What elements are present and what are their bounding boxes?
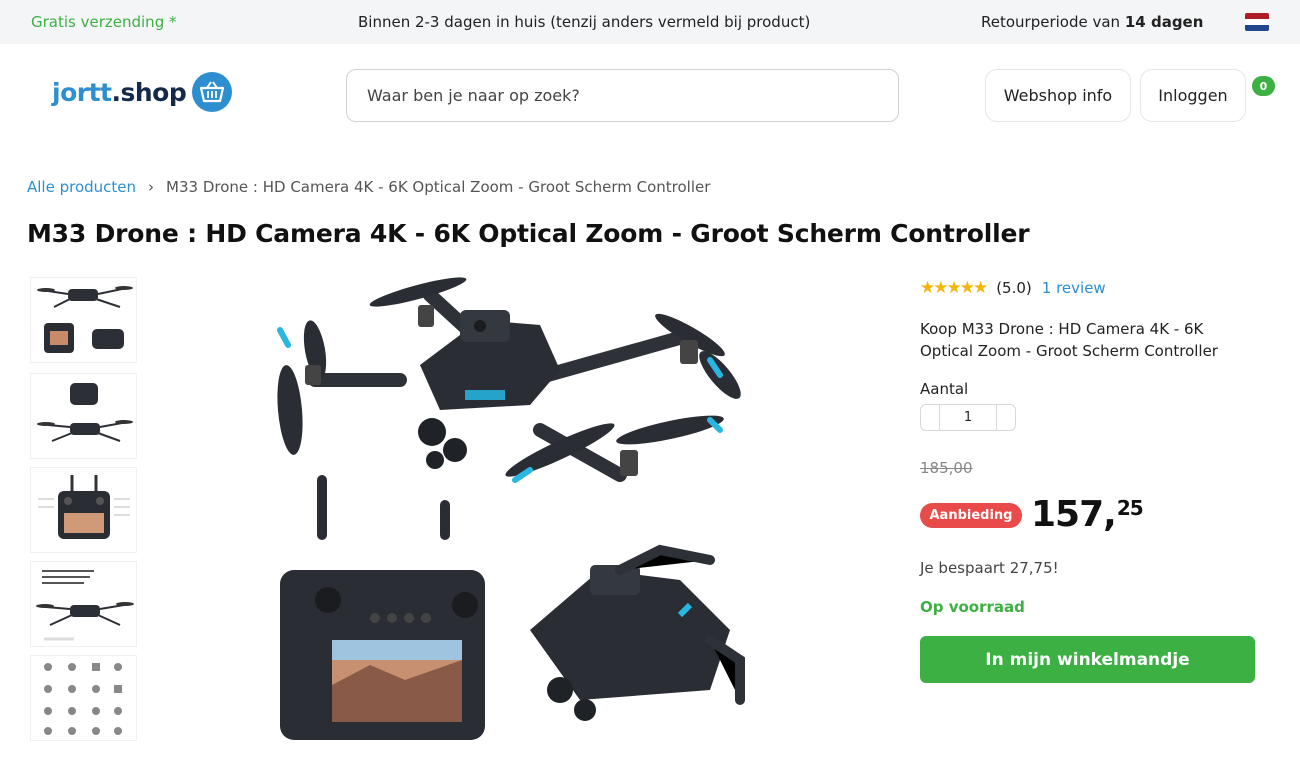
stock-status: Op voorraad (920, 598, 1025, 616)
basket-icon (192, 72, 233, 112)
breadcrumb: Alle producten › M33 Drone : HD Camera 4… (27, 178, 710, 196)
price-cents: 25 (1116, 496, 1144, 520)
return-days: 14 dagen (1124, 13, 1204, 31)
product-thumbnail[interactable] (30, 373, 137, 459)
cart-count-badge[interactable]: 0 (1252, 76, 1275, 96)
logo-text-shop: .shop (111, 77, 187, 107)
price-main: 157, (1031, 494, 1117, 535)
main-product-image[interactable] (240, 270, 780, 750)
quantity-label: Aantal (920, 380, 969, 398)
add-to-cart-button[interactable]: In mijn winkelmandje (920, 636, 1255, 683)
product-thumbnail[interactable] (30, 277, 137, 363)
rating-score: (5.0) (996, 279, 1032, 297)
old-price: 185,00 (920, 459, 973, 477)
webshop-info-button[interactable]: Webshop info (985, 69, 1131, 122)
product-title: M33 Drone : HD Camera 4K - 6K Optical Zo… (27, 219, 1030, 248)
sale-badge: Aanbieding (920, 503, 1022, 528)
return-prefix: Retourperiode van (981, 13, 1121, 31)
delivery-time-text: Binnen 2-3 dagen in huis (tenzij anders … (358, 13, 811, 31)
product-rating: ★★★★★ (5.0) 1 review (920, 278, 1106, 298)
logo-text-jortt: jortt (52, 77, 112, 107)
dutch-flag-icon[interactable] (1245, 13, 1269, 31)
increase-quantity-button[interactable] (996, 405, 1015, 430)
quantity-field[interactable]: 1 (940, 405, 996, 430)
top-info-bar: Gratis verzending * Binnen 2-3 dagen in … (0, 0, 1300, 44)
search-input[interactable] (346, 69, 899, 122)
product-short-description: Koop M33 Drone : HD Camera 4K - 6K Optic… (920, 320, 1218, 360)
product-thumbnail[interactable] (30, 561, 137, 647)
star-rating-icon: ★★★★★ (920, 278, 988, 298)
free-shipping-text: Gratis verzending * (31, 13, 177, 31)
savings-text: Je bespaart 27,75! (920, 559, 1059, 577)
reviews-link[interactable]: 1 review (1042, 279, 1106, 297)
product-thumbnail[interactable] (30, 467, 137, 553)
return-period-text: Retourperiode van 14 dagen (981, 13, 1203, 31)
quantity-stepper: 1 (920, 404, 1016, 431)
site-logo[interactable]: jortt.shop (52, 72, 233, 112)
login-button[interactable]: Inloggen (1140, 69, 1246, 122)
breadcrumb-all-products-link[interactable]: Alle producten (27, 178, 136, 196)
current-price: 157,25 (1031, 494, 1144, 535)
decrease-quantity-button[interactable] (921, 405, 940, 430)
chevron-right-icon: › (148, 178, 155, 196)
product-thumbnail[interactable] (30, 655, 137, 741)
breadcrumb-current: M33 Drone : HD Camera 4K - 6K Optical Zo… (166, 178, 711, 196)
